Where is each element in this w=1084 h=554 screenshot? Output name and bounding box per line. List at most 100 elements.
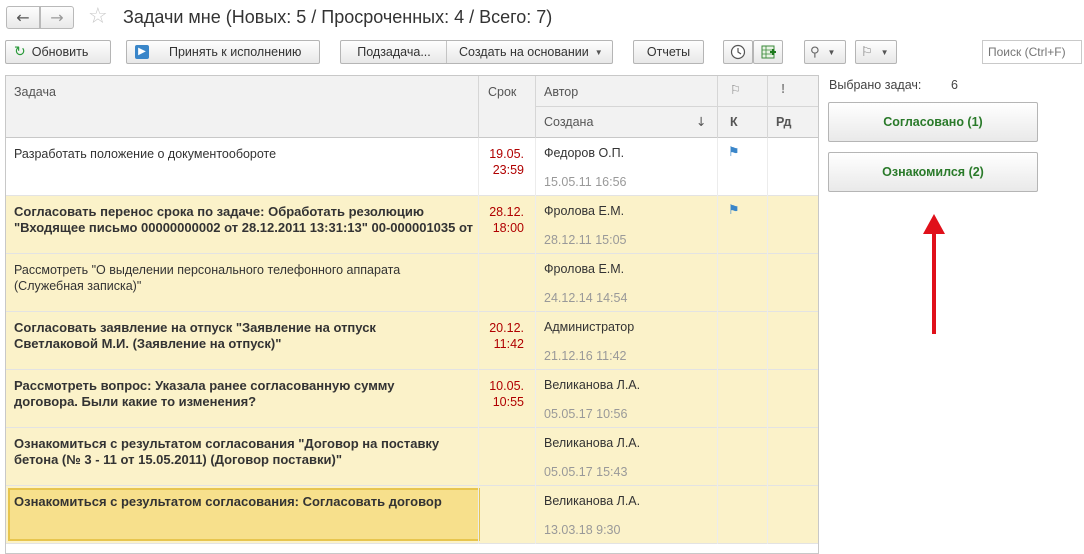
task-author: Фролова Е.М. [544, 204, 625, 218]
task-author: Великанова Л.А. [544, 436, 641, 450]
paperclip-icon: ⚲ [810, 44, 820, 60]
task-created: 24.12.14 14:54 [544, 291, 628, 305]
divider [478, 76, 479, 138]
divider [478, 428, 479, 486]
create-based-button[interactable]: Создать на основании ▼ [447, 41, 612, 63]
divider [478, 486, 479, 544]
header-importance-icon[interactable]: ! [781, 82, 785, 96]
reports-label: Отчеты [646, 45, 691, 59]
divider [478, 370, 479, 428]
header-created[interactable]: Создана [544, 115, 593, 129]
chevron-down-icon: ▼ [827, 47, 836, 57]
sort-desc-icon: ↓ [696, 114, 707, 129]
table-row[interactable]: Рассмотреть вопрос: Указала ранее соглас… [6, 370, 818, 428]
task-title: Разработать положение о документообороте [14, 147, 277, 161]
task-due: 20.12. 11:42 [489, 321, 524, 351]
chevron-down-icon: ▼ [880, 47, 889, 57]
table-row[interactable]: Согласовать перенос срока по задаче: Обр… [6, 196, 818, 254]
header-k[interactable]: К [730, 115, 738, 129]
arrow-right-icon: ▶ [135, 45, 149, 59]
divider [767, 254, 768, 312]
table-row[interactable]: Согласовать заявление на отпуск "Заявлен… [6, 312, 818, 370]
task-table[interactable]: Задача Срок Автор Создана ↓ ⚐ ! К Рд Раз… [5, 75, 819, 554]
divider [717, 138, 718, 196]
arrow-left-icon: ← [16, 8, 30, 27]
header-due[interactable]: Срок [488, 85, 516, 99]
divider [478, 138, 479, 196]
divider [535, 76, 536, 138]
divider [478, 312, 479, 370]
selected-count-value: 6 [951, 78, 958, 92]
task-created: 28.12.11 15:05 [544, 233, 627, 247]
refresh-label: Обновить [31, 45, 89, 59]
task-author: Фролова Е.М. [544, 262, 625, 276]
divider [717, 312, 718, 370]
task-title: Согласовать заявление на отпуск "Заявлен… [14, 320, 376, 351]
task-due: 19.05. 23:59 [489, 147, 524, 177]
flag-icon: ⚑ [728, 203, 740, 218]
divider [717, 428, 718, 486]
selected-count-label: Выбрано задач: [829, 78, 922, 92]
divider [535, 486, 536, 544]
task-title: Согласовать перенос срока по задаче: Обр… [14, 204, 473, 235]
clock-button[interactable] [723, 40, 753, 64]
task-title: Ознакомиться с результатом согласования:… [14, 494, 442, 509]
forward-button[interactable]: → [40, 6, 74, 29]
refresh-icon: ↻ [14, 44, 26, 60]
table-row[interactable]: Ознакомиться с результатом согласования … [6, 428, 818, 486]
chevron-down-icon: ▼ [594, 47, 603, 57]
divider [535, 106, 818, 107]
divider [767, 428, 768, 486]
task-title: Рассмотреть вопрос: Указала ранее соглас… [14, 378, 395, 409]
arrow-right-icon: → [50, 8, 64, 27]
table-row[interactable]: Разработать положение о документообороте… [6, 138, 818, 196]
task-created: 13.03.18 9:30 [544, 523, 621, 537]
divider [717, 370, 718, 428]
divider [478, 254, 479, 312]
task-author: Администратор [544, 320, 635, 334]
divider [767, 370, 768, 428]
divider [717, 486, 718, 544]
accept-label: Принять к исполнению [169, 45, 302, 59]
divider [535, 312, 536, 370]
flag-icon: ⚑ [728, 145, 740, 160]
header-flag-icon[interactable]: ⚐ [730, 82, 741, 97]
table-row[interactable]: Ознакомиться с результатом согласования:… [6, 486, 818, 544]
export-excel-button[interactable] [753, 40, 783, 64]
table-row[interactable]: Рассмотреть "О выделении персонального т… [6, 254, 818, 312]
flag-icon: ⚐ [861, 44, 873, 60]
table-header: Задача Срок Автор Создана ↓ ⚐ ! К Рд [6, 76, 818, 138]
divider [717, 196, 718, 254]
back-button[interactable]: ← [6, 6, 40, 29]
title-bar: ← → ☆ Задачи мне (Новых: 5 / Просроченны… [0, 0, 1084, 36]
subtask-button[interactable]: Подзадача... [341, 45, 447, 59]
divider [535, 254, 536, 312]
task-due: 10.05. 10:55 [489, 379, 524, 409]
divider [767, 312, 768, 370]
header-task[interactable]: Задача [14, 85, 56, 99]
clock-icon [730, 44, 746, 60]
approved-button[interactable]: Согласовано (1) [828, 102, 1038, 142]
divider [717, 254, 718, 312]
acknowledged-button[interactable]: Ознакомился (2) [828, 152, 1038, 192]
header-rd[interactable]: Рд [776, 115, 792, 129]
header-author[interactable]: Автор [544, 85, 578, 99]
flag-dropdown[interactable]: ⚐ ▼ [855, 40, 897, 64]
task-created: 21.12.16 11:42 [544, 349, 627, 363]
divider [478, 196, 479, 254]
reports-button[interactable]: Отчеты [633, 40, 704, 64]
task-created: 05.05.17 10:56 [544, 407, 628, 421]
acknowledged-label: Ознакомился (2) [882, 165, 984, 179]
search-input[interactable] [982, 40, 1082, 64]
approved-label: Согласовано (1) [883, 115, 983, 129]
divider [535, 196, 536, 254]
attachment-dropdown[interactable]: ⚲ ▼ [804, 40, 846, 64]
task-author: Великанова Л.А. [544, 378, 641, 392]
divider [717, 76, 718, 138]
accept-execution-button[interactable]: ▶ Принять к исполнению [126, 40, 320, 64]
refresh-button[interactable]: ↻ Обновить [5, 40, 111, 64]
task-author: Федоров О.П. [544, 146, 625, 160]
favorite-star-icon[interactable]: ☆ [88, 5, 108, 29]
task-created: 15.05.11 16:56 [544, 175, 627, 189]
divider [767, 76, 768, 138]
